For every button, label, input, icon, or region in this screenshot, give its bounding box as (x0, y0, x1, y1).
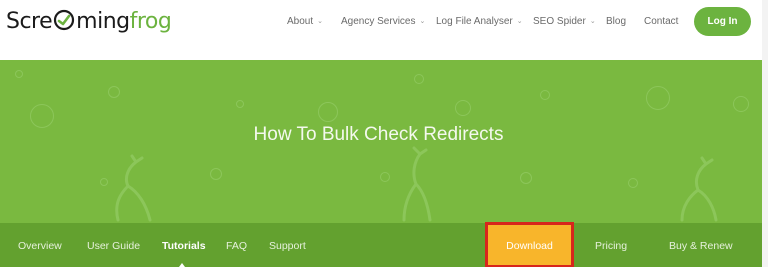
decorative-bubble (646, 86, 670, 110)
active-tab-indicator (179, 263, 185, 267)
download-button[interactable]: Download (485, 222, 574, 267)
screamingfrog-logo[interactable]: Scre mingfrog (6, 7, 172, 37)
nav-contact[interactable]: Contact (644, 16, 678, 27)
chevron-down-icon: ⌄ (516, 18, 523, 25)
decorative-bubble (455, 100, 471, 116)
nav-about[interactable]: About ⌄ (287, 16, 323, 27)
nav-blog[interactable]: Blog (606, 16, 626, 27)
page-title: How To Bulk Check Redirects (253, 124, 504, 145)
decorative-bubble (733, 96, 749, 112)
decorative-bubble (236, 100, 244, 108)
nav-agency-services[interactable]: Agency Services ⌄ (341, 16, 425, 27)
download-label: Download (506, 240, 553, 252)
subnav-overview[interactable]: Overview (18, 240, 62, 252)
decorative-bubble (318, 102, 338, 122)
logo-text-part1: Scre (6, 9, 53, 34)
logo-text-part2: ming (76, 9, 130, 34)
product-subnav: Overview User Guide Tutorials FAQ Suppor… (0, 222, 762, 267)
nav-log-file-analyser[interactable]: Log File Analyser ⌄ (436, 16, 523, 27)
subnav-tutorials[interactable]: Tutorials (162, 240, 206, 252)
logo-text-part3: frog (129, 9, 172, 34)
chevron-down-icon: ⌄ (317, 18, 324, 25)
subnav-buy-renew[interactable]: Buy & Renew (669, 240, 733, 252)
decorative-bubble (414, 74, 424, 84)
decorative-bubble (15, 70, 23, 78)
subnav-user-guide[interactable]: User Guide (87, 240, 140, 252)
subnav-support[interactable]: Support (269, 240, 306, 252)
subnav-faq[interactable]: FAQ (226, 240, 247, 252)
frog-silhouette-icon (402, 146, 432, 222)
frog-logo-icon (54, 9, 75, 31)
frog-silhouette-icon (680, 156, 718, 222)
scrollbar[interactable] (762, 0, 768, 267)
subnav-pricing[interactable]: Pricing (595, 240, 627, 252)
decorative-bubble (108, 86, 120, 98)
frog-silhouette-icon (115, 154, 152, 222)
decorative-bubble (380, 172, 390, 182)
decorative-bubble (540, 90, 550, 100)
chevron-down-icon: ⌄ (419, 18, 426, 25)
chevron-down-icon: ⌄ (589, 18, 596, 25)
decorative-bubble (628, 178, 638, 188)
decorative-bubble (520, 172, 532, 184)
decorative-bubble (210, 168, 222, 180)
login-button[interactable]: Log In (694, 7, 751, 36)
hero-banner: How To Bulk Check Redirects (0, 60, 768, 223)
nav-seo-spider[interactable]: SEO Spider ⌄ (533, 16, 596, 27)
site-header: Scre mingfrog About ⌄ Agency Services ⌄ Lo… (0, 0, 768, 60)
